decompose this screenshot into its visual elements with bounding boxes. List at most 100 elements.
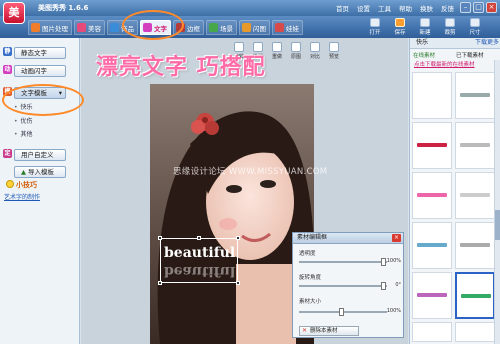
- download-latest-link[interactable]: 点击下载最新的在线素材: [414, 60, 475, 68]
- beautiful-reflection: beautiful: [164, 263, 236, 279]
- delete-material-button[interactable]: 删除本素材: [299, 326, 359, 336]
- tab-scene[interactable]: 场景: [206, 20, 237, 35]
- tips-link[interactable]: 艺术字的制作: [4, 192, 40, 201]
- resize-handle[interactable]: [158, 281, 162, 285]
- scrollbar-thumb[interactable]: [495, 210, 500, 240]
- size-label: 素材大小: [299, 299, 322, 305]
- file-tools: 打开 保存 新建 裁剪 尺寸: [365, 18, 485, 36]
- rotate-slider[interactable]: [299, 282, 387, 290]
- tab-online-materials[interactable]: 在线素材: [413, 51, 435, 59]
- save-icon: [395, 18, 405, 27]
- slider-knob[interactable]: [339, 308, 344, 316]
- menu-feedback[interactable]: 反馈: [441, 3, 454, 13]
- transparency-value: 100%: [386, 258, 401, 264]
- size-button[interactable]: 尺寸: [465, 18, 485, 36]
- material-thumbnail[interactable]: [412, 122, 452, 169]
- import-template-button[interactable]: ▲ 导入模板: [14, 166, 66, 178]
- static-text-button[interactable]: 静态文字: [14, 47, 66, 59]
- app-logo: 美: [3, 2, 25, 24]
- original-button[interactable]: 原图: [289, 42, 303, 60]
- material-thumbnail[interactable]: [412, 72, 452, 119]
- animated-text-button[interactable]: 动画闪字: [14, 65, 66, 77]
- save-button[interactable]: 保存: [390, 18, 410, 36]
- resize-handle[interactable]: [158, 236, 162, 240]
- rotate-value: 0°: [395, 282, 401, 288]
- crop-button[interactable]: 裁剪: [440, 18, 460, 36]
- text-sample: [417, 293, 447, 297]
- preview-icon: [329, 42, 339, 52]
- crop-icon: [445, 18, 455, 27]
- minimize-icon[interactable]: –: [460, 2, 471, 13]
- menu-tools[interactable]: 工具: [378, 3, 391, 13]
- material-thumbnail[interactable]: [412, 222, 452, 269]
- window-controls: – □ ×: [460, 2, 497, 13]
- tab-downloaded-materials[interactable]: 已下载素材: [456, 51, 484, 59]
- flash-icon: [242, 23, 251, 32]
- resize-handle[interactable]: [236, 281, 240, 285]
- bulb-icon: [6, 180, 14, 188]
- new-button[interactable]: 新建: [415, 18, 435, 36]
- preview-button[interactable]: 预览: [327, 42, 341, 60]
- menu-home[interactable]: 首页: [336, 3, 349, 13]
- photo-canvas[interactable]: [150, 84, 314, 344]
- redo-button[interactable]: 重做: [270, 42, 284, 60]
- beautiful-text: beautiful: [164, 245, 236, 261]
- close-panel-icon[interactable]: ×: [392, 234, 401, 242]
- compare-button[interactable]: 对比: [308, 42, 322, 60]
- menu-skin[interactable]: 换肤: [420, 3, 433, 13]
- app-title: 美图秀秀 1.6.6: [38, 4, 89, 12]
- material-thumbnail[interactable]: [455, 72, 495, 119]
- resize-handle[interactable]: [236, 236, 240, 240]
- accessory-icon: [110, 23, 119, 32]
- scrollbar[interactable]: [494, 60, 500, 344]
- tab-beauty[interactable]: 美容: [74, 20, 105, 35]
- animated-text-icon: 动: [3, 65, 12, 74]
- tab-image-processing[interactable]: 图片处理: [28, 20, 72, 35]
- material-thumbnail[interactable]: [455, 172, 495, 219]
- size-value: 100%: [386, 308, 401, 314]
- material-thumbnail[interactable]: [412, 272, 452, 319]
- redo-icon: [272, 42, 282, 52]
- maximize-icon[interactable]: □: [473, 2, 484, 13]
- user-custom-button[interactable]: 用户自定义: [14, 149, 66, 161]
- callout-text-tab: [122, 10, 184, 40]
- material-thumbnail[interactable]: [412, 322, 452, 342]
- menu-settings[interactable]: 设置: [357, 3, 370, 13]
- slider-knob[interactable]: [381, 282, 386, 290]
- open-button[interactable]: 打开: [365, 18, 385, 36]
- panel-title: 素材编辑框: [293, 233, 403, 244]
- template-item-other[interactable]: 其他: [14, 129, 33, 138]
- material-thumbnail[interactable]: [412, 172, 452, 219]
- material-tabs: 在线素材 已下载素材: [410, 50, 500, 59]
- download-more-link[interactable]: 下载更多: [475, 38, 499, 48]
- slider-knob[interactable]: [381, 258, 386, 266]
- text-sample: [460, 193, 490, 197]
- category-name: 快乐: [416, 39, 429, 46]
- text-sample: [417, 143, 447, 147]
- text-sample: [417, 193, 447, 197]
- resize-handle[interactable]: [197, 236, 201, 240]
- callout-text-template: [2, 84, 84, 116]
- title-bar: 美图秀秀 1.6.6 首页 设置 工具 帮助 换肤 反馈 – □ ×: [0, 0, 500, 16]
- template-item-sad[interactable]: 优伤: [14, 116, 33, 125]
- scene-icon: [209, 23, 218, 32]
- portrait-photo: [150, 84, 314, 344]
- size-slider[interactable]: [299, 308, 387, 316]
- material-thumbnail[interactable]: [455, 222, 495, 269]
- material-thumbnail[interactable]: [455, 122, 495, 169]
- tab-flash[interactable]: 闪图: [239, 20, 270, 35]
- menu-help[interactable]: 帮助: [399, 3, 412, 13]
- tab-doll[interactable]: 娃娃: [272, 20, 303, 35]
- text-material-box[interactable]: beautiful beautiful: [158, 236, 240, 285]
- material-thumbnail-selected[interactable]: [455, 272, 495, 319]
- material-thumbnail[interactable]: [455, 322, 495, 342]
- annotation-text: 漂亮文字 巧搭配: [96, 55, 266, 80]
- text-sample: [460, 93, 490, 97]
- folder-icon: [370, 18, 380, 27]
- beauty-icon: [77, 23, 86, 32]
- right-panel: 快乐 下载更多 在线素材 已下载素材 点击下载最新的在线素材: [409, 38, 500, 344]
- transparency-slider[interactable]: [299, 258, 387, 266]
- text-sample: [417, 243, 447, 247]
- close-icon[interactable]: ×: [486, 2, 497, 13]
- text-sample: [460, 143, 490, 147]
